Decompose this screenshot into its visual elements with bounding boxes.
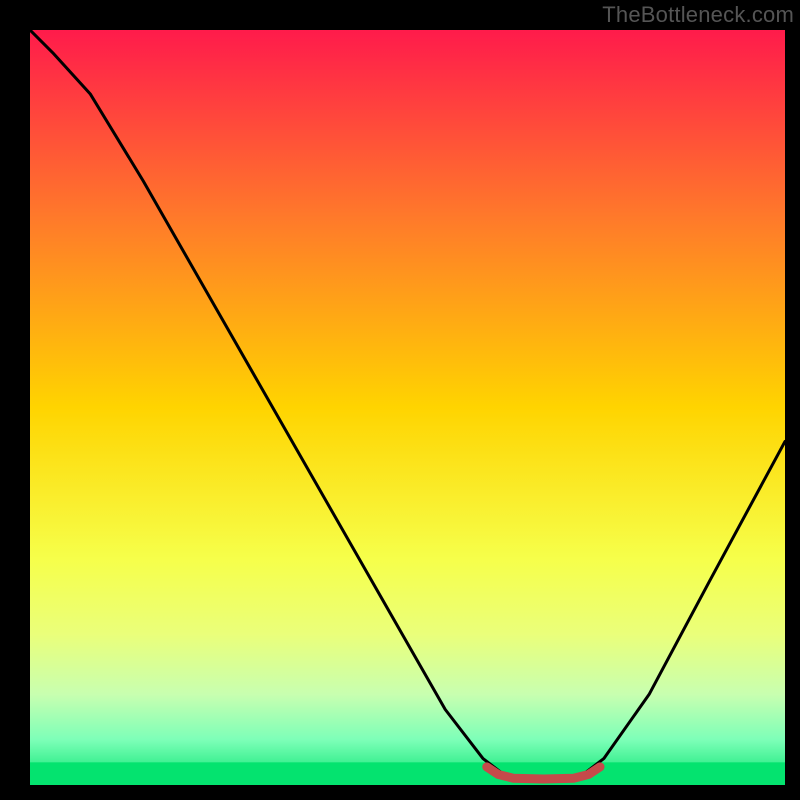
watermark-label: TheBottleneck.com — [602, 2, 794, 28]
chart-svg — [0, 0, 800, 800]
gradient-background — [30, 30, 785, 785]
bottleneck-chart: TheBottleneck.com — [0, 0, 800, 800]
bottom-green-band — [30, 762, 785, 785]
